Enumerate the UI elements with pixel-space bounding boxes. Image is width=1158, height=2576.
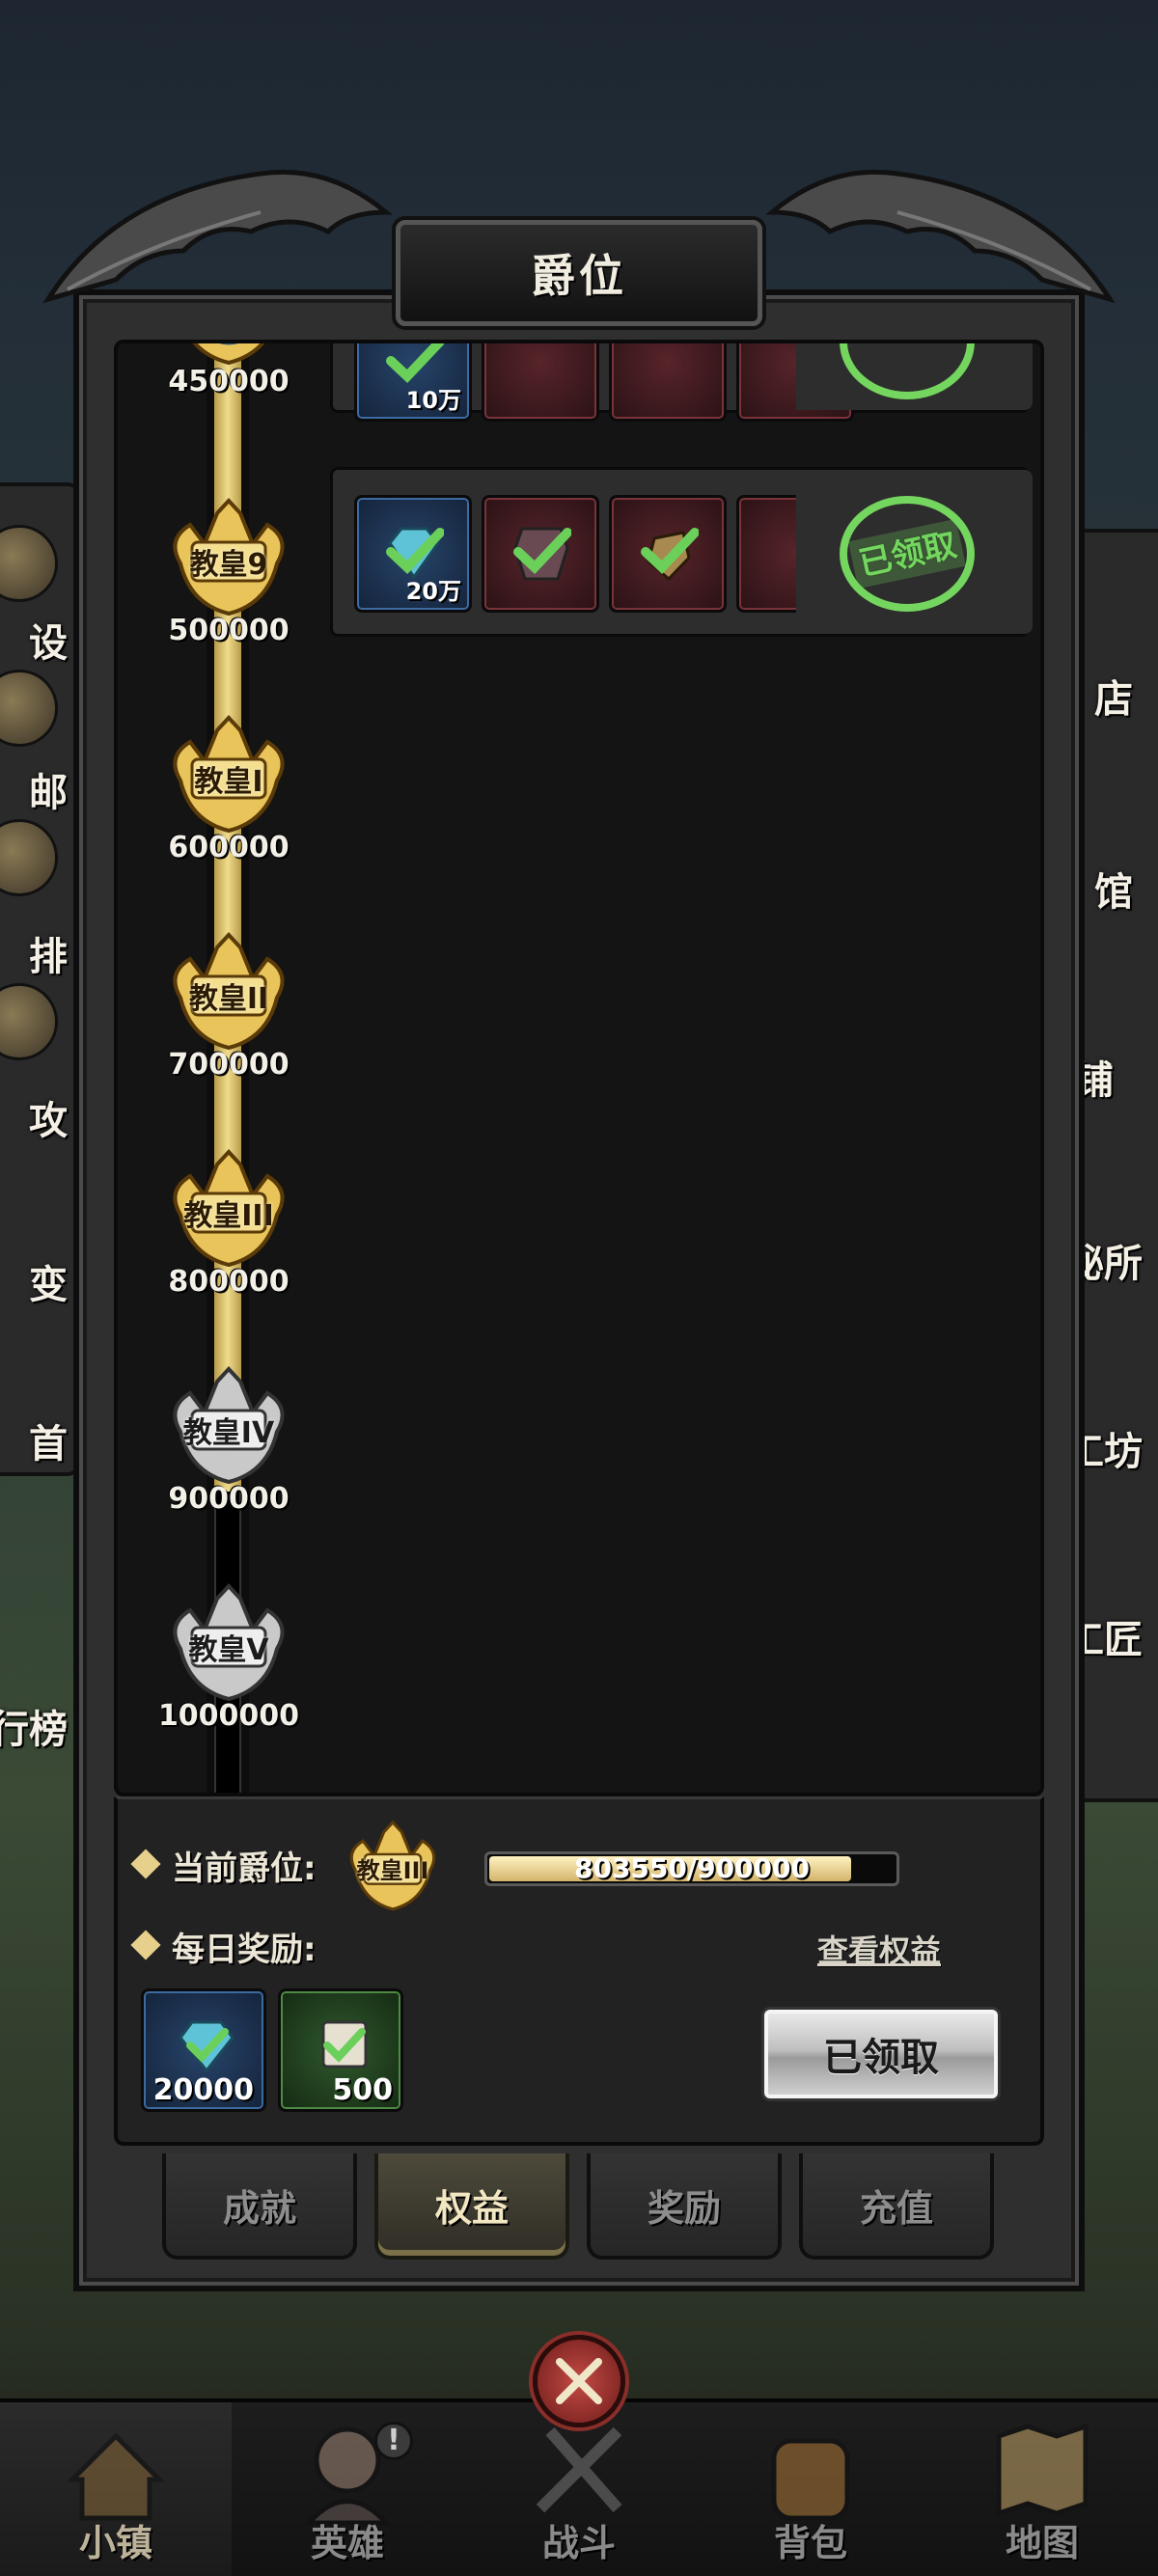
tab-label: 奖励 bbox=[647, 2186, 721, 2230]
check-icon bbox=[386, 343, 444, 384]
gold-crest-icon bbox=[192, 343, 265, 366]
rank-badge: 教皇V bbox=[161, 1581, 296, 1707]
nav-battle[interactable]: 战斗 bbox=[463, 2402, 695, 2576]
current-rank-section: 当前爵位: 教皇III 803550/900000 每日奖励: 查看权益 200… bbox=[114, 1796, 1044, 2146]
rank-entry-600000: 教皇I 600000 bbox=[156, 713, 301, 864]
map-icon bbox=[996, 2423, 1089, 2517]
rank-entry-450000: 450000 bbox=[156, 343, 301, 398]
tab-label: 成就 bbox=[222, 2186, 296, 2230]
battle-icon bbox=[536, 2426, 622, 2513]
bullet-diamond-icon bbox=[130, 1930, 161, 1960]
check-icon bbox=[513, 528, 571, 575]
bg-label-settings: 设 bbox=[29, 621, 68, 666]
daily-reward-diamond[interactable]: 20000 bbox=[141, 1988, 266, 2112]
nav-label: 英雄 bbox=[310, 2522, 384, 2564]
reward-slot-diamond[interactable]: 10万 bbox=[354, 343, 472, 422]
diamond-icon bbox=[179, 2020, 234, 2073]
battle-shortcut-button[interactable] bbox=[533, 2335, 625, 2427]
rank-label: 教皇9 bbox=[189, 548, 268, 582]
tab-recharge[interactable]: 充值 bbox=[799, 2153, 994, 2260]
nav-label: 地图 bbox=[1005, 2522, 1079, 2564]
background-left-menu: 设 邮 排 攻 变 首 bbox=[0, 482, 81, 1476]
tab-label: 充值 bbox=[859, 2186, 933, 2230]
bg-label-shop: 店 bbox=[1094, 677, 1133, 722]
bg-label-mail: 邮 bbox=[29, 771, 68, 815]
current-rank-badge-label: 教皇III bbox=[356, 1857, 429, 1884]
modal-title-plate: 爵位 bbox=[396, 220, 762, 326]
reward-slot-amulet[interactable] bbox=[609, 343, 727, 422]
daily-reward-scroll[interactable]: 500 bbox=[278, 1988, 403, 2112]
rank-badge: 教皇9 bbox=[161, 496, 296, 621]
reward-slot-armor[interactable] bbox=[482, 495, 599, 613]
bg-label-hall: 馆 bbox=[1094, 870, 1133, 915]
rank-label: 教皇V bbox=[188, 1633, 269, 1667]
rank-badge bbox=[161, 343, 296, 372]
reward-row-450000: 10万 bbox=[330, 343, 1033, 422]
rank-label: 教皇IV bbox=[182, 1416, 275, 1450]
view-benefits-link[interactable]: 查看权益 bbox=[817, 1927, 941, 1971]
nav-map[interactable]: 地图 bbox=[926, 2402, 1158, 2576]
tab-rewards[interactable]: 奖励 bbox=[587, 2153, 782, 2260]
right-wing-ornament bbox=[765, 169, 1116, 304]
rank-entry-700000: 教皇II 700000 bbox=[156, 930, 301, 1082]
daily-reward-label: 每日奖励: bbox=[172, 1931, 317, 1969]
bg-label-strategy: 攻 bbox=[29, 1099, 68, 1143]
modal-title: 爵位 bbox=[531, 250, 627, 302]
reward-slot-amulet[interactable] bbox=[609, 495, 727, 613]
current-rank-badge: 教皇III bbox=[340, 1819, 446, 1915]
bg-label-first: 首 bbox=[29, 1422, 68, 1466]
rank-badge: 教皇IV bbox=[161, 1364, 296, 1490]
town-icon bbox=[66, 2432, 166, 2521]
rank-progress-text: 803550/900000 bbox=[573, 1852, 810, 1884]
rank-progress-bar: 803550/900000 bbox=[484, 1851, 899, 1886]
reward-slot-diamond[interactable]: 20万 bbox=[354, 495, 472, 613]
claimed-stamp-icon bbox=[840, 343, 975, 399]
rank-entry-500000: 教皇9 500000 bbox=[156, 496, 301, 647]
rank-badge: 教皇III bbox=[161, 1147, 296, 1273]
rank-label: 教皇II bbox=[188, 982, 269, 1016]
strategy-icon bbox=[0, 983, 58, 1060]
reward-row-500000: 20万 已领取 bbox=[330, 467, 1033, 637]
rank-badge: 教皇II bbox=[161, 930, 296, 1055]
nav-backpack[interactable]: 背包 bbox=[695, 2402, 926, 2576]
reward-qty: 20万 bbox=[405, 578, 461, 605]
nav-town[interactable]: 小镇 bbox=[0, 2402, 232, 2576]
ranking-icon bbox=[0, 819, 58, 896]
current-rank-label: 当前爵位: bbox=[172, 1850, 317, 1888]
hero-alert-badge: ! bbox=[374, 2422, 413, 2460]
settings-icon bbox=[0, 525, 58, 602]
tab-achievement[interactable]: 成就 bbox=[162, 2153, 357, 2260]
reward-qty: 10万 bbox=[405, 387, 461, 414]
nav-label: 战斗 bbox=[541, 2522, 616, 2564]
rank-label: 教皇III bbox=[183, 1199, 274, 1233]
bg-label-leaderboard: 行榜 bbox=[0, 1708, 68, 1752]
rank-list-panel[interactable]: 10万 20万 已领取 450000 教皇9 500000 教皇I 600000… bbox=[114, 340, 1044, 1796]
mail-icon bbox=[0, 670, 58, 747]
rank-entry-900000: 教皇IV 900000 bbox=[156, 1364, 301, 1516]
rank-entry-800000: 教皇III 800000 bbox=[156, 1147, 301, 1299]
bullet-diamond-icon bbox=[130, 1849, 161, 1879]
check-icon bbox=[641, 528, 699, 575]
daily-reward-qty: 20000 bbox=[152, 2073, 254, 2107]
left-wing-ornament bbox=[42, 169, 393, 304]
claim-daily-button[interactable]: 已领取 bbox=[764, 2010, 998, 2098]
nav-label: 小镇 bbox=[78, 2522, 152, 2564]
check-icon bbox=[386, 528, 444, 575]
rank-label: 教皇I bbox=[194, 765, 263, 799]
reward-slot-armor[interactable] bbox=[482, 343, 599, 422]
daily-reward-qty: 500 bbox=[332, 2073, 393, 2107]
claim-daily-button-label: 已领取 bbox=[823, 2036, 939, 2080]
tab-label: 权益 bbox=[434, 2186, 509, 2230]
bg-label-change: 变 bbox=[29, 1263, 68, 1307]
rank-entry-1000000: 教皇V 1000000 bbox=[156, 1581, 301, 1733]
rank-badge: 教皇I bbox=[161, 713, 296, 838]
scroll-icon bbox=[321, 2020, 368, 2069]
rank-scroll-area[interactable]: 10万 20万 已领取 450000 教皇9 500000 教皇I 600000… bbox=[118, 343, 1040, 1793]
backpack-icon bbox=[771, 2438, 850, 2521]
tab-benefits[interactable]: 权益 bbox=[374, 2153, 569, 2260]
nav-hero[interactable]: ! 英雄 bbox=[232, 2402, 463, 2576]
bg-label-rank: 排 bbox=[29, 935, 68, 979]
crossed-swords-icon bbox=[556, 2358, 602, 2404]
nav-label: 背包 bbox=[773, 2522, 847, 2564]
